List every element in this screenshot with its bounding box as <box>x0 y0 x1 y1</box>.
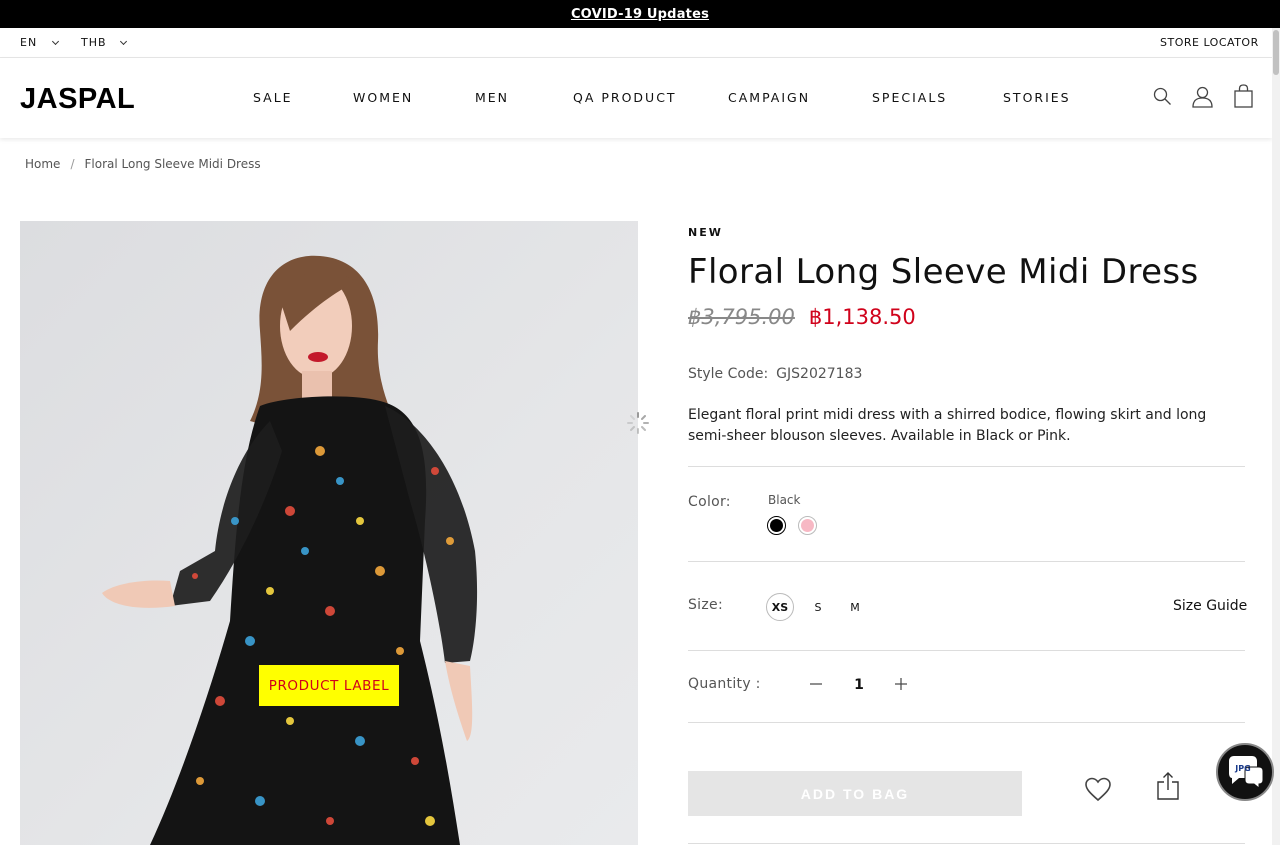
store-locator-link[interactable]: STORE LOCATOR <box>1160 36 1259 49</box>
loading-spinner-icon <box>627 412 649 434</box>
color-dot-black <box>770 519 783 532</box>
utility-bar: EN THB STORE LOCATOR <box>0 28 1272 58</box>
nav-stories[interactable]: STORIES <box>1003 90 1071 105</box>
color-dot-pink <box>801 519 814 532</box>
search-icon[interactable] <box>1153 87 1172 106</box>
announcement-bar: COVID-19 Updates <box>0 0 1280 28</box>
breadcrumb: Home / Floral Long Sleeve Midi Dress <box>25 157 261 171</box>
currency-value: THB <box>81 36 107 49</box>
size-label: Size: <box>688 597 723 613</box>
main-header: JASPAL SALE WOMEN MEN QA PRODUCT CAMPAIG… <box>0 58 1272 138</box>
quantity-decrease-button[interactable] <box>807 675 825 693</box>
breadcrumb-current: Floral Long Sleeve Midi Dress <box>84 157 261 171</box>
page-scrollbar[interactable] <box>1272 28 1280 845</box>
nav-qa-product[interactable]: QA PRODUCT <box>573 90 677 105</box>
sale-price: ฿1,138.50 <box>808 305 916 329</box>
size-option-xs[interactable]: XS <box>766 593 794 621</box>
style-code-label: Style Code: <box>688 366 769 382</box>
original-price: ฿3,795.00 <box>688 305 795 329</box>
size-guide-link[interactable]: Size Guide <box>1173 598 1247 614</box>
account-icon[interactable] <box>1191 85 1214 108</box>
currency-selector[interactable]: THB <box>81 36 127 49</box>
wishlist-heart-icon[interactable] <box>1084 776 1112 802</box>
color-label: Color: <box>688 494 731 510</box>
quantity-label: Quantity : <box>688 676 761 692</box>
nav-women[interactable]: WOMEN <box>353 90 413 105</box>
nav-men[interactable]: MEN <box>475 90 509 105</box>
plus-icon <box>895 678 907 690</box>
style-code-value: GJS2027183 <box>776 366 863 382</box>
scrollbar-thumb[interactable] <box>1273 30 1279 75</box>
color-swatch-pink[interactable] <box>798 516 817 535</box>
price-row: ฿3,795.00 ฿1,138.50 <box>688 305 916 329</box>
divider <box>688 650 1245 651</box>
nav-campaign[interactable]: CAMPAIGN <box>728 90 810 105</box>
breadcrumb-separator: / <box>70 157 75 171</box>
product-title: Floral Long Sleeve Midi Dress <box>688 252 1199 292</box>
divider <box>688 722 1245 723</box>
divider <box>688 561 1245 562</box>
product-description: Elegant floral print midi dress with a s… <box>688 407 1207 444</box>
language-selector[interactable]: EN <box>20 36 60 49</box>
selected-color-name: Black <box>768 493 801 507</box>
product-image[interactable] <box>20 221 638 845</box>
chat-bubble-icon: JPG <box>1229 756 1264 789</box>
logo[interactable]: JASPAL <box>20 83 135 116</box>
language-value: EN <box>20 36 38 49</box>
share-icon[interactable] <box>1156 771 1180 801</box>
quantity-value[interactable]: 1 <box>853 677 865 693</box>
add-to-bag-button[interactable]: ADD TO BAG <box>688 771 1022 816</box>
quantity-increase-button[interactable] <box>892 675 910 693</box>
nav-specials[interactable]: SPECIALS <box>872 90 947 105</box>
size-option-s[interactable]: S <box>804 593 832 621</box>
new-badge: NEW <box>688 226 723 239</box>
bag-icon[interactable] <box>1234 84 1253 108</box>
chevron-down-icon <box>119 37 127 45</box>
color-swatch-black[interactable] <box>767 516 786 535</box>
divider <box>688 466 1245 467</box>
style-code: Style Code: GJS2027183 <box>688 366 862 382</box>
breadcrumb-home[interactable]: Home <box>25 157 60 171</box>
chevron-down-icon <box>52 37 60 45</box>
covid-updates-link[interactable]: COVID-19 Updates <box>571 7 709 22</box>
nav-sale[interactable]: SALE <box>253 90 293 105</box>
model-photo <box>102 255 478 845</box>
size-option-m[interactable]: M <box>841 593 869 621</box>
divider <box>688 843 1245 844</box>
chat-badge-text: JPG <box>1234 764 1250 773</box>
product-label-badge: PRODUCT LABEL <box>259 665 399 706</box>
minus-icon <box>810 683 822 685</box>
chat-widget-button[interactable]: JPG <box>1216 743 1274 801</box>
